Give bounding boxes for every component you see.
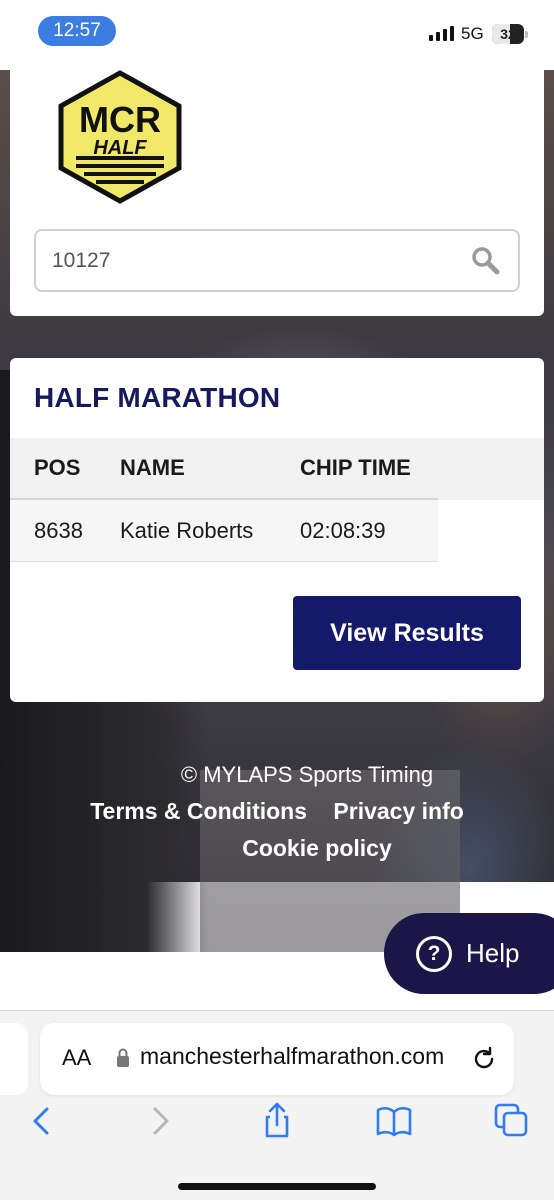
privacy-link[interactable]: Privacy info	[333, 798, 463, 824]
search-card: MCR HALF	[10, 70, 544, 316]
text-size-button[interactable]: AA	[62, 1045, 91, 1071]
browser-nav-bar	[0, 1101, 554, 1151]
help-button[interactable]: ? Help	[384, 913, 554, 994]
cell-pos: 8638	[34, 517, 83, 543]
column-header-chip-time: CHIP TIME	[300, 455, 411, 480]
search-icon[interactable]	[470, 245, 500, 275]
mcr-half-logo: MCR HALF	[58, 70, 182, 204]
address-bar[interactable]: AA manchesterhalfmarathon.com	[40, 1023, 514, 1095]
previous-tab-preview[interactable]	[0, 1023, 28, 1095]
bookmarks-icon[interactable]	[374, 1101, 414, 1141]
home-indicator	[178, 1183, 376, 1190]
battery-icon: 32	[492, 24, 528, 44]
cellular-signal-icon	[429, 26, 454, 41]
cell-chip-time: 02:08:39	[300, 517, 386, 543]
search-field[interactable]	[34, 229, 520, 292]
copyright-text: © MYLAPS Sports Timing	[180, 762, 434, 787]
browser-toolbar: AA manchesterhalfmarathon.com	[0, 1010, 554, 1200]
reload-icon[interactable]	[470, 1045, 498, 1073]
url-text[interactable]: manchesterhalfmarathon.com	[140, 1043, 444, 1070]
logo-text-half: HALF	[93, 137, 147, 159]
share-icon[interactable]	[257, 1101, 297, 1141]
forward-icon[interactable]	[140, 1101, 180, 1141]
lock-icon	[117, 1048, 129, 1067]
help-question-icon: ?	[416, 935, 452, 972]
race-title: HALF MARATHON	[34, 382, 281, 413]
back-icon[interactable]	[22, 1101, 62, 1141]
table-header-extension	[438, 438, 544, 500]
cell-name: Katie Roberts	[120, 517, 254, 543]
logo-text-mcr: MCR	[79, 99, 161, 140]
battery-level: 32	[500, 26, 516, 42]
table-row[interactable]: 8638 Katie Roberts 02:08:39	[10, 500, 438, 562]
search-input[interactable]	[52, 247, 452, 275]
footer-links: Terms & Conditions Privacy info	[0, 798, 554, 825]
results-card: HALF MARATHON POS NAME CHIP TIME 8638 Ka…	[10, 358, 544, 702]
network-type: 5G	[461, 24, 484, 43]
table-header: POS NAME CHIP TIME	[10, 438, 438, 500]
status-time: 12:57	[38, 16, 116, 46]
view-results-button[interactable]: View Results	[293, 596, 521, 670]
terms-link[interactable]: Terms & Conditions	[90, 798, 307, 824]
column-header-name: NAME	[120, 455, 185, 480]
status-bar: 12:57 5G 32	[0, 0, 554, 70]
results-table: POS NAME CHIP TIME 8638 Katie Roberts 02…	[10, 438, 438, 562]
tabs-icon[interactable]	[492, 1101, 532, 1141]
cookie-policy-link[interactable]: Cookie policy	[80, 835, 554, 862]
column-header-pos: POS	[34, 455, 81, 480]
help-label: Help	[466, 938, 520, 968]
site-footer: © MYLAPS Sports Timing Terms & Condition…	[0, 762, 554, 862]
